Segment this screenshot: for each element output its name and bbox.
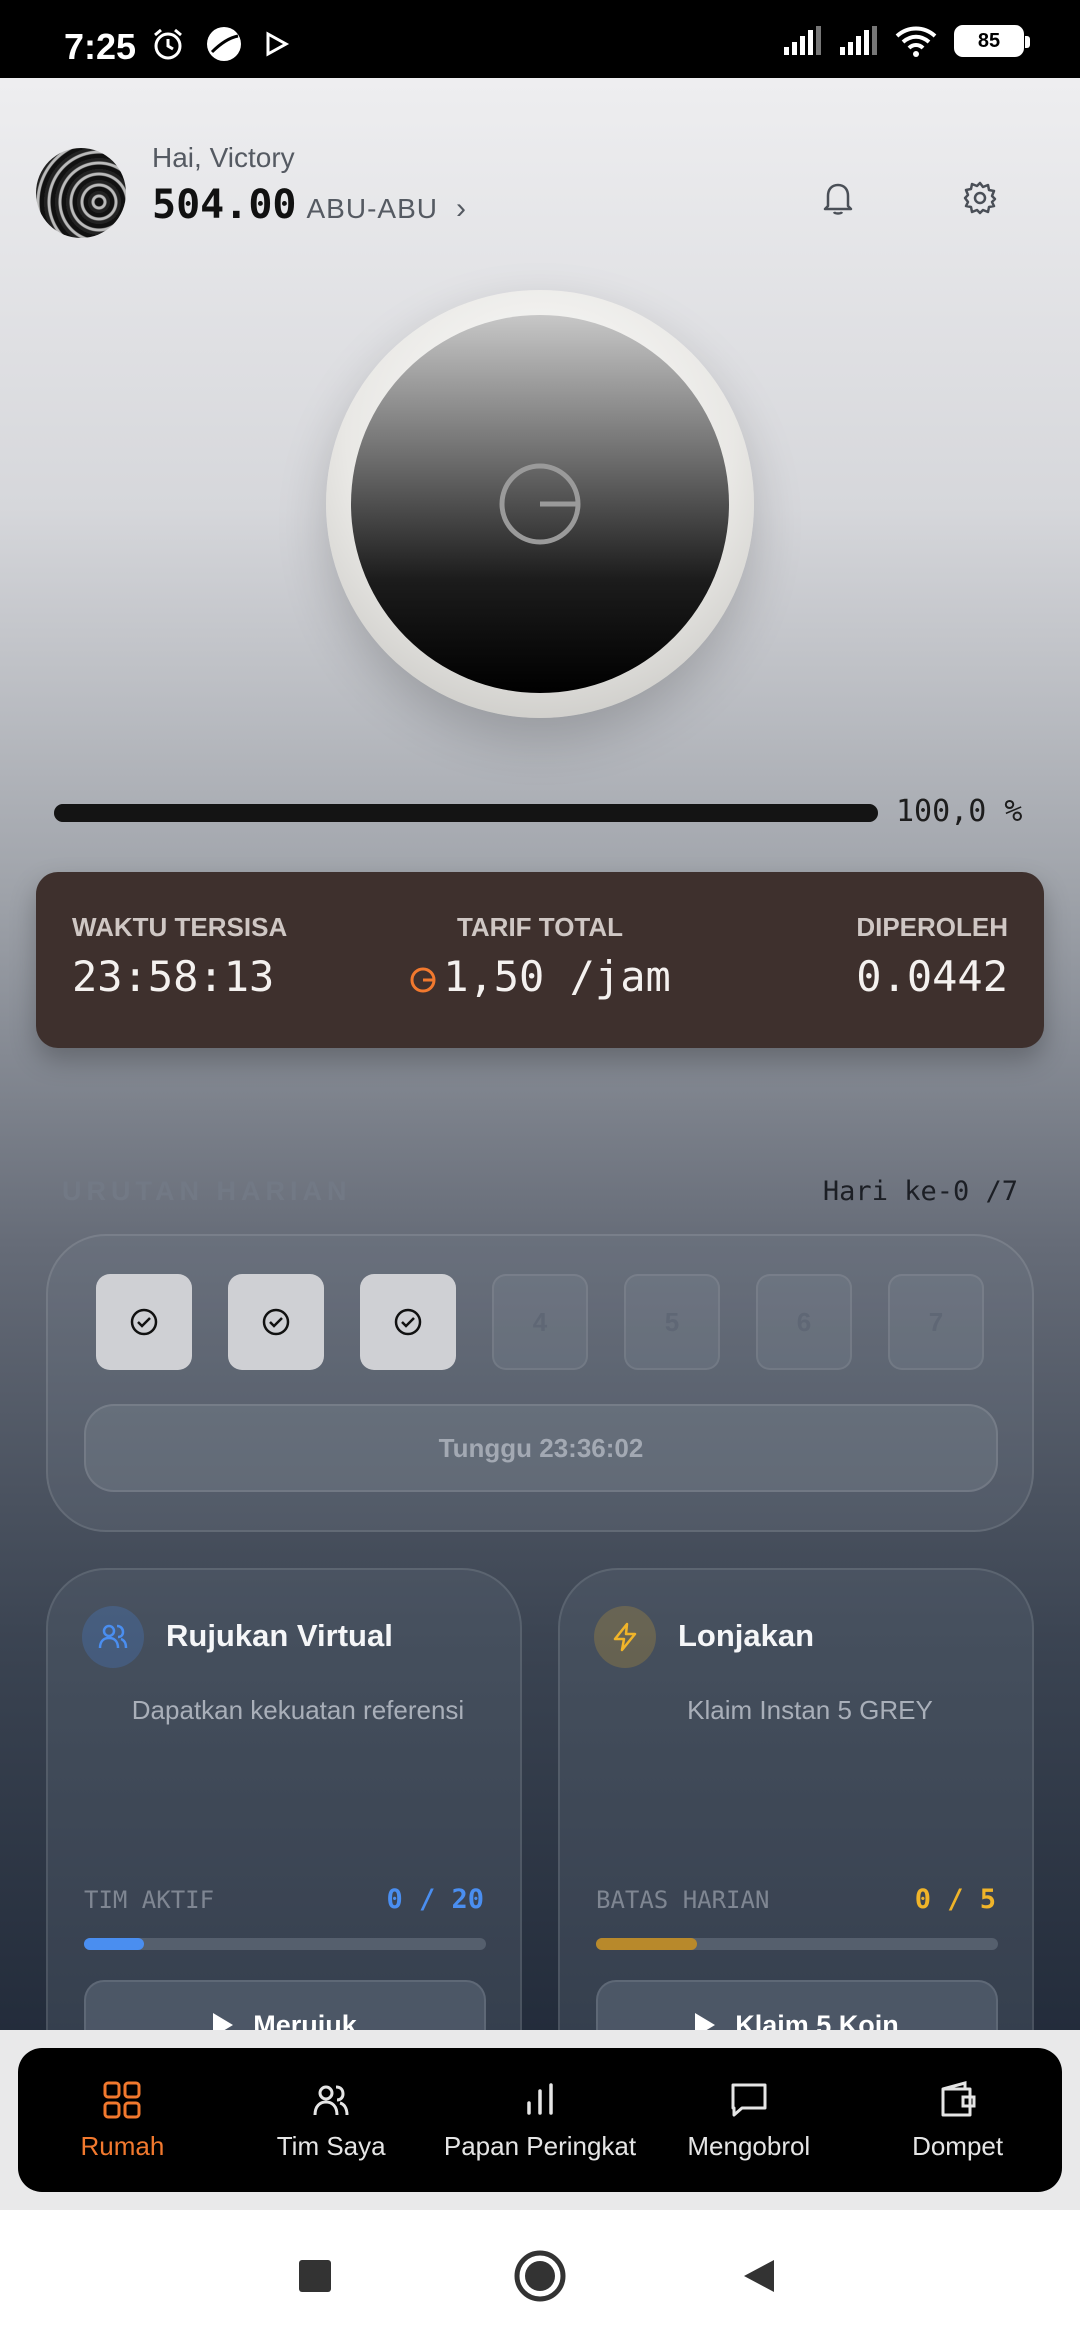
- home-grid-icon: [103, 2081, 141, 2118]
- coin-small-icon: [410, 967, 436, 992]
- streak-day-6: 6: [756, 1274, 852, 1370]
- circle-icon: [514, 2250, 566, 2302]
- claim-wait-button[interactable]: Tunggu 23:36:02: [84, 1404, 998, 1492]
- gear-icon: [963, 181, 997, 215]
- team-icon: [98, 1624, 128, 1649]
- refer-button-label: Merujuk: [253, 2009, 357, 2031]
- tab-wallet[interactable]: Dompet: [853, 2048, 1062, 2192]
- check-circle-icon: [262, 1308, 290, 1336]
- settings-button[interactable]: [950, 168, 1010, 228]
- leaderboard-icon: [527, 2082, 553, 2115]
- streak-day-label: 6: [796, 1306, 812, 1337]
- referral-icon-badge: [82, 1606, 144, 1668]
- tab-my-team-label: Tim Saya: [276, 2130, 386, 2161]
- alarm-icon: [154, 28, 182, 60]
- triangle-back-icon: [744, 2260, 774, 2292]
- daily-streak-card: 4 5 6 7 Tunggu 23:36:02: [46, 1234, 1034, 1532]
- chat-icon: [731, 2083, 767, 2116]
- greeting: Hai, Victory: [152, 142, 295, 173]
- app-notification-icon: [207, 27, 241, 61]
- home-screen: Hai, Victory 504.00 ABU-ABU › 100,0 % WA…: [0, 78, 1080, 2030]
- mining-stats-card: WAKTU TERSISA 23:58:13 TARIF TOTAL 1,50 …: [36, 872, 1044, 1048]
- daily-limit-label: BATAS HARIAN: [596, 1886, 770, 1914]
- daily-limit-count: 0 / 5: [914, 1884, 996, 1915]
- claim-coins-button[interactable]: Klaim 5 Koin: [596, 1980, 998, 2030]
- team-icon: [313, 2085, 349, 2115]
- daily-streak-counter: Hari ke-0 /7: [822, 1176, 1018, 1207]
- play-icon: [213, 2013, 234, 2030]
- referral-card: Rujukan Virtual Dapatkan kekuatan refere…: [46, 1568, 522, 2030]
- lightning-icon: [613, 1622, 637, 1652]
- notification-button[interactable]: [808, 168, 868, 228]
- wallet-icon: [941, 2080, 976, 2116]
- tab-chat[interactable]: Mengobrol: [644, 2048, 853, 2192]
- status-time: 7:25: [64, 26, 137, 67]
- streak-day-label: 5: [664, 1306, 680, 1337]
- signal-icon-2: [840, 26, 877, 55]
- refer-button[interactable]: Merujuk: [84, 1980, 486, 2030]
- system-navigation-bar: [0, 2210, 1080, 2340]
- signal-icon: [784, 26, 821, 55]
- boost-title: Lonjakan: [678, 1618, 815, 1653]
- streak-day-7: 7: [888, 1274, 984, 1370]
- mining-progress-fill: [54, 804, 878, 822]
- bell-icon: [823, 183, 853, 215]
- mining-progress-label: 100,0 %: [896, 794, 1023, 829]
- streak-day-1: [96, 1274, 192, 1370]
- streak-day-4: 4: [492, 1274, 588, 1370]
- mining-progress-bar: [54, 804, 878, 822]
- active-team-count: 0 / 20: [386, 1884, 484, 1915]
- referral-progress-bar: [84, 1938, 486, 1950]
- earned-label: DIPEROLEH: [856, 912, 1008, 942]
- tab-wallet-label: Dompet: [912, 2130, 1004, 2161]
- tab-chat-label: Mengobrol: [687, 2130, 811, 2161]
- boost-progress-bar: [596, 1938, 998, 1950]
- play-icon: [695, 2013, 716, 2030]
- chevron-right-icon: ›: [455, 192, 466, 225]
- coin-logo-icon: [499, 463, 581, 545]
- streak-day-2: [228, 1274, 324, 1370]
- home-button[interactable]: [510, 2246, 570, 2306]
- recents-button[interactable]: [285, 2246, 345, 2306]
- boost-icon-badge: [594, 1606, 656, 1668]
- mining-orb-button[interactable]: [326, 290, 754, 718]
- referral-description: Dapatkan kekuatan referensi: [131, 1695, 465, 1725]
- tab-my-team[interactable]: Tim Saya: [227, 2048, 436, 2192]
- avatar[interactable]: [36, 148, 126, 238]
- rate-value: 1,50 /jam: [443, 952, 671, 1001]
- streak-day-label: 4: [532, 1306, 548, 1337]
- play-store-icon: [266, 31, 290, 57]
- boost-card: Lonjakan Klaim Instan 5 GREY BATAS HARIA…: [558, 1568, 1034, 2030]
- balance-value: 504.00: [152, 182, 297, 228]
- streak-day-3: [360, 1274, 456, 1370]
- balance-unit: ABU-ABU: [306, 193, 438, 224]
- back-button[interactable]: [730, 2246, 790, 2306]
- square-icon: [299, 2260, 331, 2292]
- claim-coins-label: Klaim 5 Koin: [735, 2009, 899, 2031]
- check-circle-icon: [394, 1308, 422, 1336]
- header: Hai, Victory 504.00 ABU-ABU ›: [36, 142, 1044, 268]
- bottom-tab-bar: Rumah Tim Saya Papan Peringkat Mengobrol…: [18, 2048, 1062, 2192]
- battery-indicator: 85: [954, 25, 1030, 57]
- daily-streak-title: URUTAN HARIAN: [62, 1176, 352, 1206]
- tab-leaderboard-label: Papan Peringkat: [443, 2130, 637, 2161]
- streak-day-label: 7: [928, 1306, 944, 1337]
- boost-progress-fill: [596, 1938, 697, 1950]
- boost-description: Klaim Instan 5 GREY: [687, 1695, 933, 1725]
- tab-leaderboard[interactable]: Papan Peringkat: [436, 2048, 645, 2192]
- tab-home[interactable]: Rumah: [18, 2048, 227, 2192]
- streak-day-5: 5: [624, 1274, 720, 1370]
- referral-progress-fill: [84, 1938, 145, 1950]
- tab-home-label: Rumah: [80, 2130, 165, 2161]
- referral-title: Rujukan Virtual: [166, 1618, 393, 1653]
- check-circle-icon: [130, 1308, 158, 1336]
- wifi-icon: [895, 26, 937, 57]
- earned-value: 0.0442: [856, 952, 1008, 1001]
- status-bar: 7:25 85: [0, 0, 1080, 78]
- balance-row[interactable]: 504.00 ABU-ABU ›: [152, 182, 466, 228]
- active-team-label: TIM AKTIF: [84, 1886, 215, 1914]
